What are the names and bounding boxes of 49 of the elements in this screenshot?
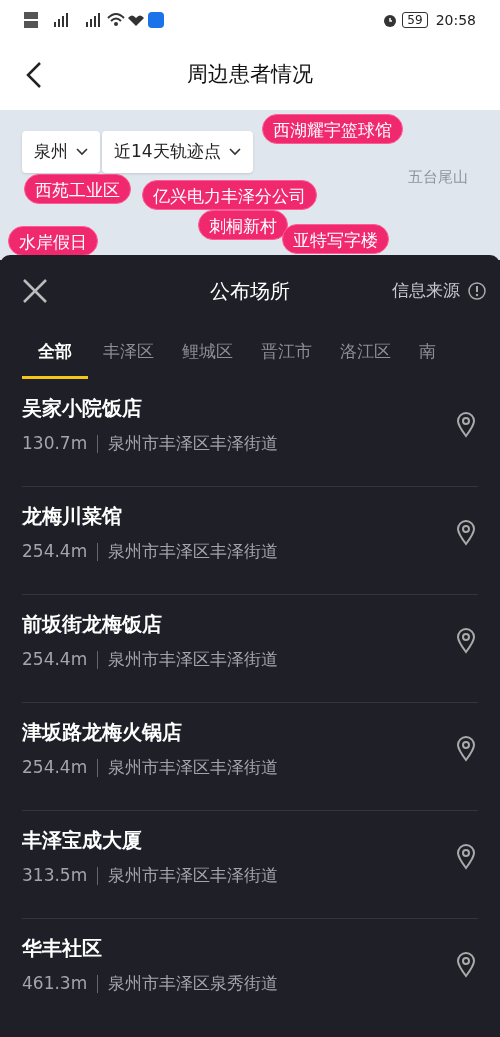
place-name: 龙梅川菜馆 [22,502,123,530]
close-button[interactable] [22,278,48,304]
location-pin-icon[interactable] [456,843,476,870]
map-marker[interactable]: 刺桐新村 [198,210,288,240]
district-tab[interactable]: 丰泽区 [90,327,167,379]
location-pin-icon[interactable] [456,411,476,438]
place-name: 前坂街龙梅饭店 [22,610,163,638]
map-marker[interactable]: 西苑工业区 [24,174,131,204]
chevron-down-icon [228,148,241,156]
alarm-icon [382,12,399,28]
location-pin-icon[interactable] [456,735,476,762]
district-tab[interactable]: 南 [406,327,449,379]
distance: 254.4m [22,755,88,779]
battery-level: 59 [402,12,428,28]
map-marker[interactable]: 西湖耀宇篮球馆 [262,114,403,144]
address: 泉州市丰泽区泉秀街道 [108,972,279,996]
address: 泉州市丰泽区丰泽街道 [108,755,279,779]
distance: 254.4m [22,539,88,563]
place-name: 吴家小院饭店 [22,394,143,422]
map-marker[interactable]: 亿兴电力丰泽分公司 [142,180,317,210]
filter-dropdown[interactable]: 近14天轨迹点 [102,131,253,173]
address: 泉州市丰泽区丰泽街道 [108,647,279,671]
page-title: 周边患者情况 [187,61,313,89]
clock: 20:58 [435,10,476,30]
place-name: 丰泽宝成大厦 [22,826,143,854]
map-label: 五台尾山 [408,167,468,188]
place-name: 华丰社区 [22,935,103,963]
info-icon [468,282,486,300]
map-marker[interactable]: 亚特写字楼 [282,224,389,254]
district-tab[interactable]: 晋江市 [248,327,325,379]
address: 泉州市丰泽区丰泽街道 [108,539,279,563]
sheet-title: 公布场所 [210,278,290,305]
distance: 254.4m [22,647,88,671]
district-tab[interactable]: 鲤城区 [169,327,246,379]
location-pin-icon[interactable] [456,627,476,654]
location-pin-icon[interactable] [456,519,476,546]
address: 泉州市丰泽区丰泽街道 [108,431,279,455]
map-marker[interactable]: 水岸假日 [8,226,98,256]
distance: 461.3m [22,972,88,996]
distance: 130.7m [22,431,88,455]
chevron-down-icon [76,148,88,156]
info-source-link[interactable]: 信息来源 [392,278,486,304]
distance: 313.5m [22,863,88,887]
district-tab[interactable]: 全部 [22,327,88,379]
place-name: 津坂路龙梅火锅店 [22,718,183,746]
filter-dropdown[interactable]: 泉州 [22,131,100,173]
address: 泉州市丰泽区丰泽街道 [108,863,279,887]
location-pin-icon[interactable] [456,952,476,978]
district-tab[interactable]: 洛江区 [327,327,404,379]
